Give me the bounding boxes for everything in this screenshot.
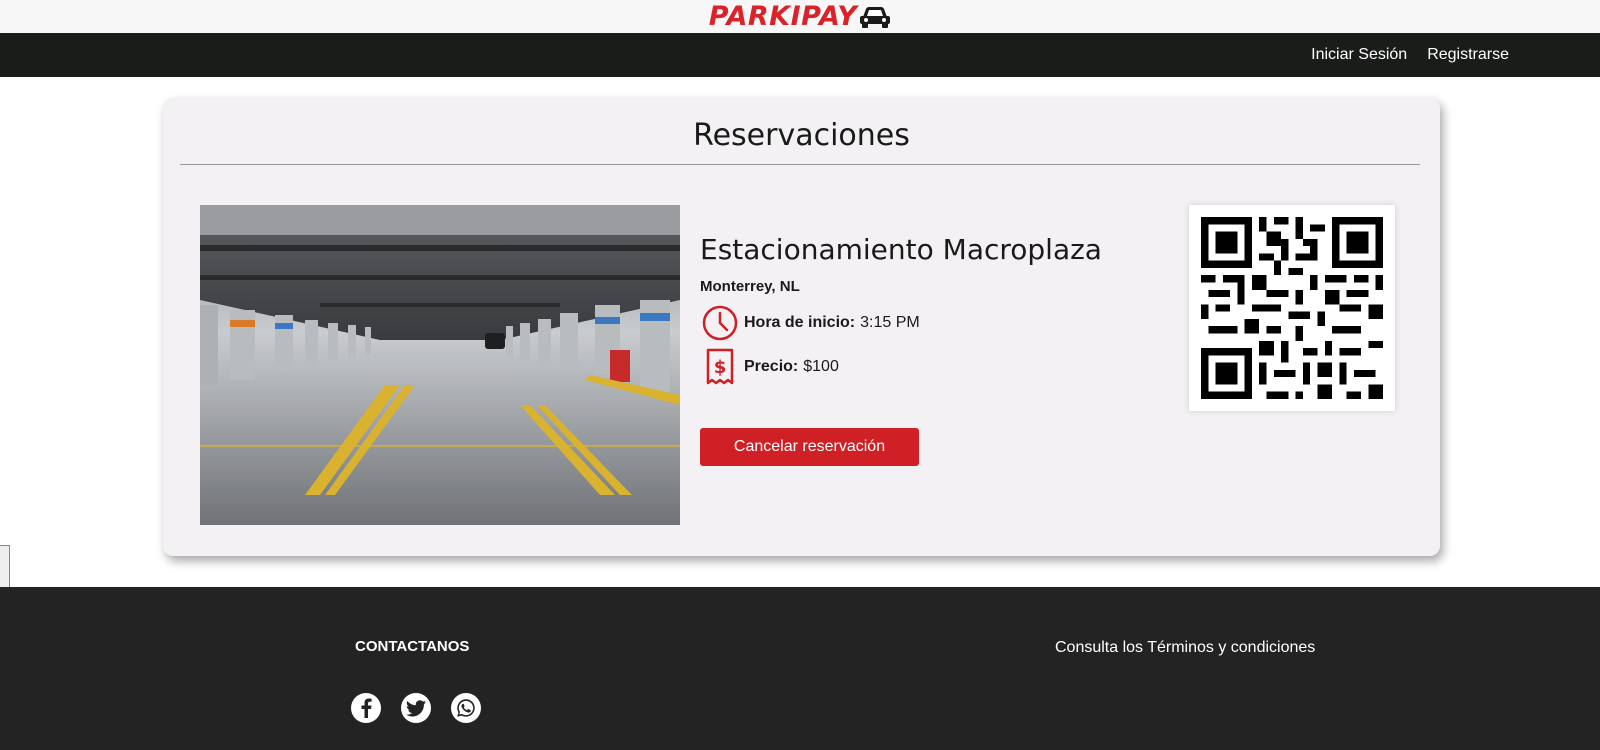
cancel-reservation-button[interactable]: Cancelar reservación <box>700 428 919 466</box>
qr-code-icon <box>1201 217 1383 399</box>
logo-bar: PARKIPAY <box>0 0 1600 33</box>
svg-text:$: $ <box>714 357 727 378</box>
title-divider <box>180 164 1420 165</box>
parking-lot-image <box>200 205 680 525</box>
contact-title: CONTACTANOS <box>355 638 470 655</box>
start-time-row: Hora de inicio: 3:15 PM <box>700 301 1160 345</box>
price-label: Precio: <box>744 358 799 375</box>
car-icon <box>860 6 891 28</box>
reservation-card: Reservaciones Estacionamiento Macroplaza… <box>163 98 1440 556</box>
start-time-label: Hora de inicio: <box>744 314 856 331</box>
twitter-icon[interactable] <box>401 693 431 723</box>
price-value: $100 <box>803 358 839 375</box>
register-link[interactable]: Registrarse <box>1427 46 1509 64</box>
parking-lot-name: Estacionamiento Macroplaza <box>700 233 1102 266</box>
terms-link[interactable]: Consulta los Términos y condiciones <box>1055 639 1315 657</box>
social-links <box>351 693 501 723</box>
price-row: $ Precio: $100 <box>700 345 1160 389</box>
login-link[interactable]: Iniciar Sesión <box>1311 46 1407 64</box>
brand-name: PARKIPAY <box>708 1 858 32</box>
clock-icon <box>700 303 740 343</box>
start-time-value: 3:15 PM <box>860 314 920 331</box>
reservation-qr-code <box>1189 205 1395 411</box>
whatsapp-icon[interactable] <box>451 693 481 723</box>
brand-logo[interactable]: PARKIPAY <box>709 1 892 32</box>
parking-lot-city: Monterrey, NL <box>700 278 800 295</box>
top-navbar: Iniciar Sesión Registrarse <box>0 33 1600 77</box>
receipt-dollar-icon: $ <box>700 347 740 387</box>
reservation-info: Estacionamiento Macroplaza Monterrey, NL… <box>700 233 1160 389</box>
main-content: Reservaciones Estacionamiento Macroplaza… <box>0 77 1600 625</box>
footer: CONTACTANOS Consulta los Términos y cond… <box>0 587 1600 750</box>
page-title: Reservaciones <box>693 118 910 153</box>
facebook-icon[interactable] <box>351 693 381 723</box>
